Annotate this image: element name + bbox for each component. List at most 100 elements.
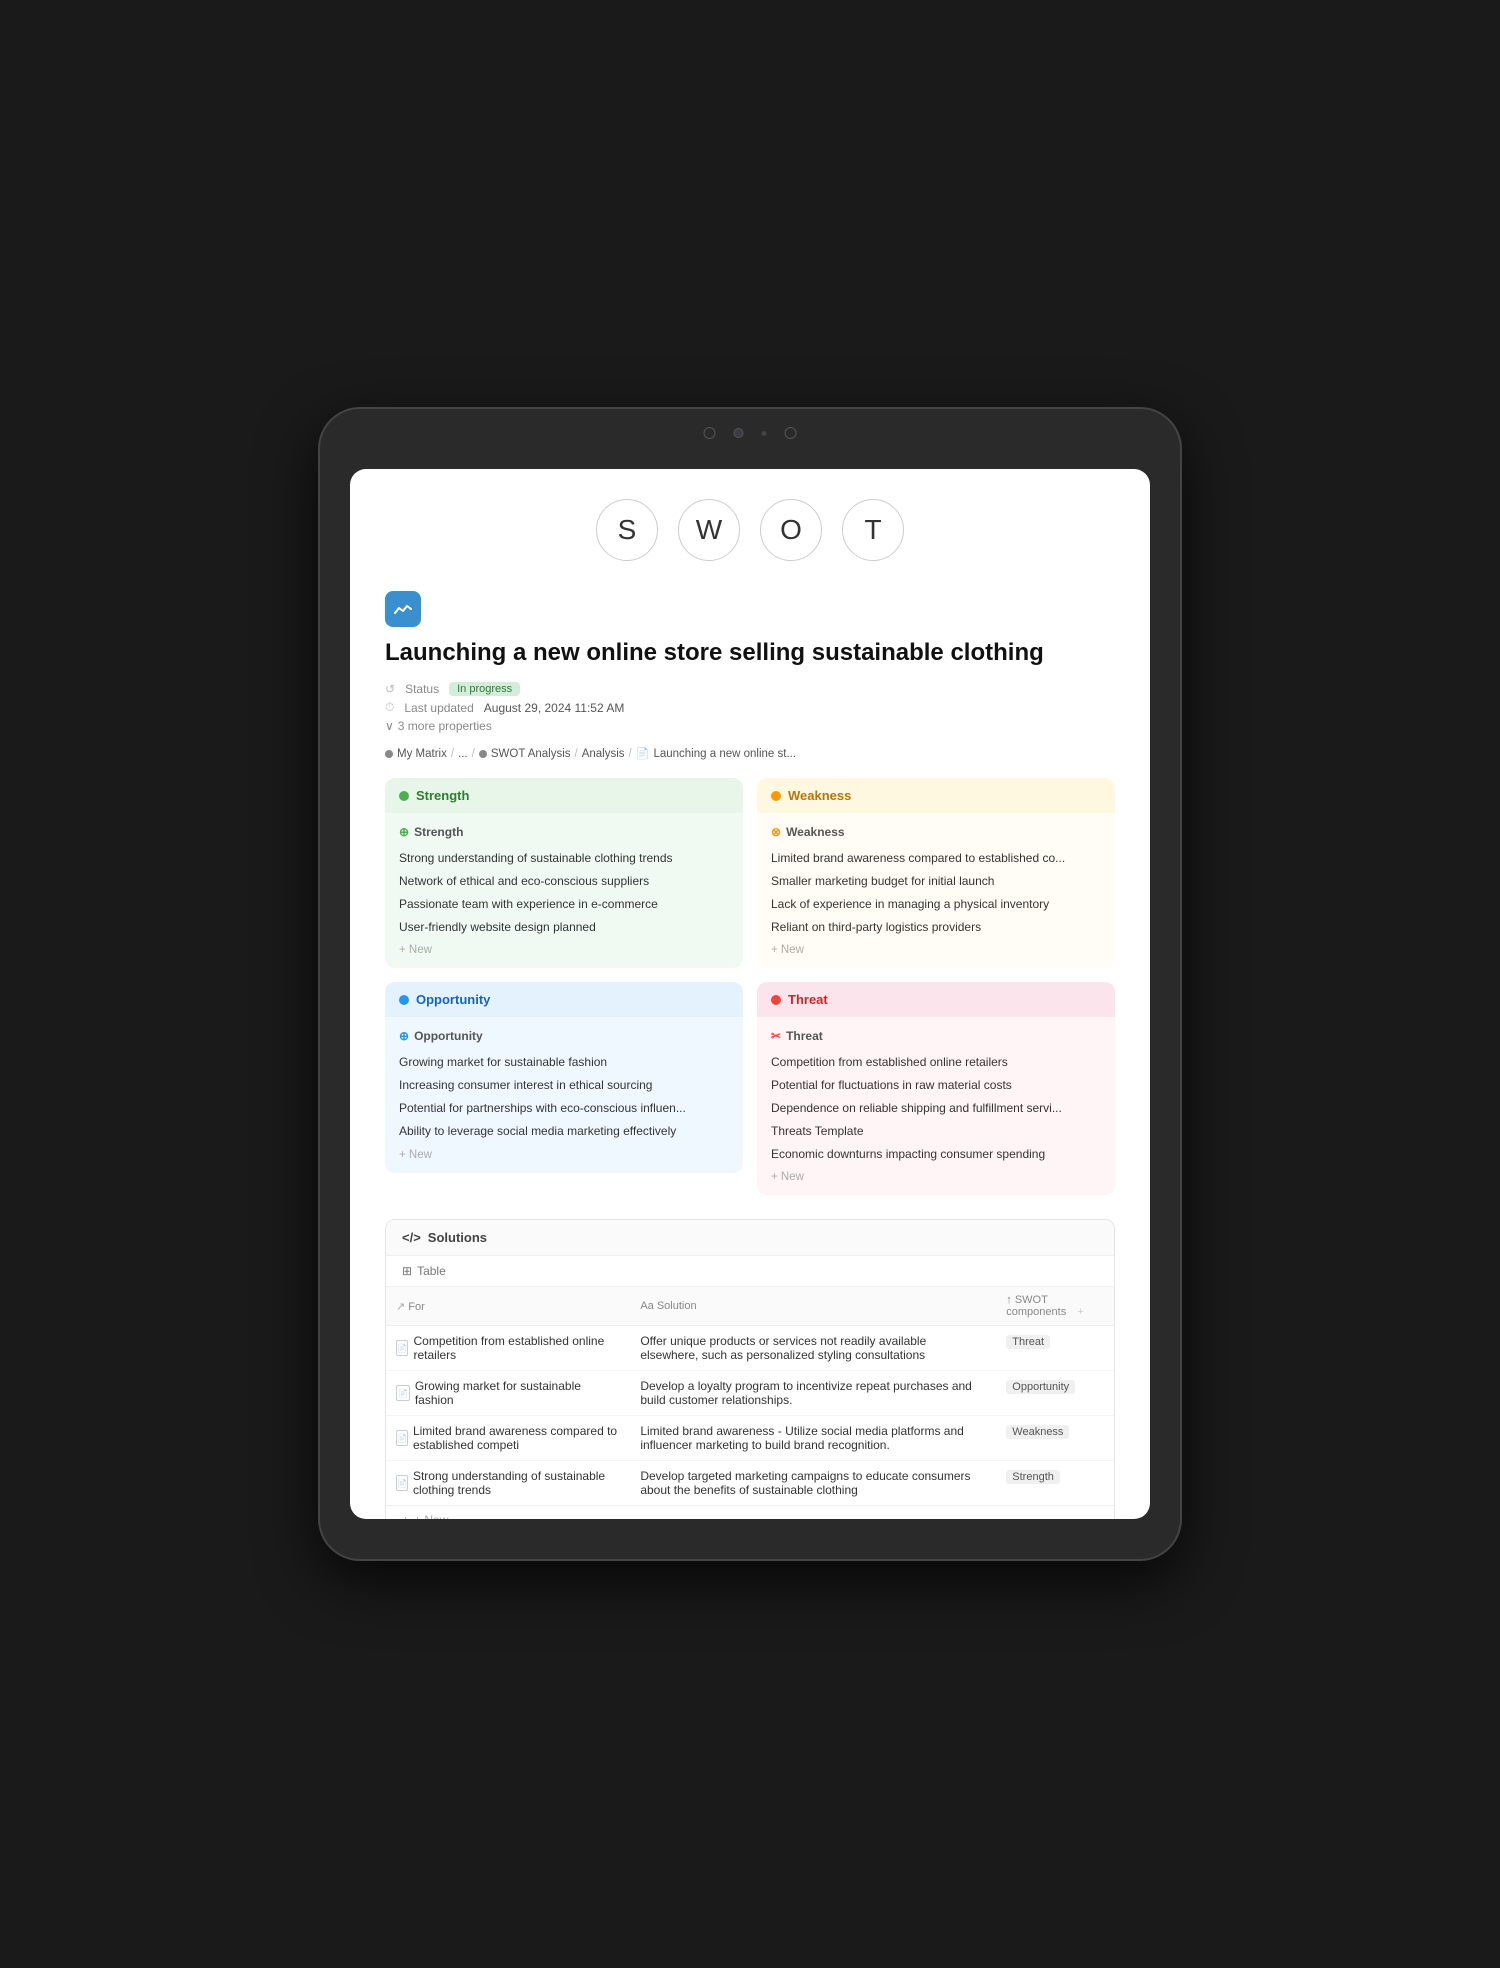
threat-item-4[interactable]: Threats Template bbox=[771, 1120, 1101, 1143]
updated-label: Last updated bbox=[404, 701, 473, 715]
sol-row4-solution[interactable]: Develop targeted marketing campaigns to … bbox=[630, 1461, 996, 1506]
weakness-card: Weakness ⊗ Weakness Limited brand awaren… bbox=[757, 778, 1115, 968]
swot-header: S W O T bbox=[385, 499, 1115, 561]
updated-value: August 29, 2024 11:52 AM bbox=[484, 701, 625, 715]
sol-row2-solution[interactable]: Develop a loyalty program to incentivize… bbox=[630, 1371, 996, 1416]
breadcrumb-matrix[interactable]: My Matrix bbox=[397, 748, 447, 760]
page-title: Launching a new online store selling sus… bbox=[385, 637, 1115, 668]
opportunity-item-4[interactable]: Ability to leverage social media marketi… bbox=[399, 1120, 729, 1143]
weakness-item-1[interactable]: Limited brand awareness compared to esta… bbox=[771, 847, 1101, 870]
weakness-header: Weakness bbox=[757, 778, 1115, 813]
threat-header: Threat bbox=[757, 982, 1115, 1017]
solutions-table: ↗ For Aa Solution ↑ SWOT components + bbox=[386, 1287, 1114, 1505]
threat-dot bbox=[771, 995, 781, 1005]
breadcrumb-ellipsis: ... bbox=[458, 748, 468, 760]
weakness-body: ⊗ Weakness Limited brand awareness compa… bbox=[757, 813, 1115, 968]
sol-row3-swot: Weakness bbox=[996, 1416, 1114, 1461]
solutions-col-swot: ↑ SWOT components + bbox=[996, 1287, 1114, 1326]
strength-item-3[interactable]: Passionate team with experience in e-com… bbox=[399, 893, 729, 916]
solutions-label: Solutions bbox=[428, 1230, 487, 1245]
threat-body: ✂ Threat Competition from established on… bbox=[757, 1017, 1115, 1195]
threat-item-2[interactable]: Potential for fluctuations in raw materi… bbox=[771, 1074, 1101, 1097]
solutions-col-solution: Aa Solution bbox=[630, 1287, 996, 1326]
opportunity-body: ⊕ Opportunity Growing market for sustain… bbox=[385, 1017, 743, 1172]
table-row: 📄 Strong understanding of sustainable cl… bbox=[386, 1461, 1114, 1506]
strength-dot bbox=[399, 791, 409, 801]
solutions-col-for: ↗ For bbox=[386, 1287, 630, 1326]
sol-row4-for[interactable]: 📄 Strong understanding of sustainable cl… bbox=[386, 1461, 630, 1506]
swot-s: S bbox=[596, 499, 658, 561]
weakness-item-4[interactable]: Reliant on third-party logistics provide… bbox=[771, 916, 1101, 939]
sol-row1-for[interactable]: 📄 Competition from established online re… bbox=[386, 1326, 630, 1371]
file-icon: 📄 bbox=[396, 1475, 408, 1491]
opportunity-header: Opportunity bbox=[385, 982, 743, 1017]
status-label: Status bbox=[405, 682, 439, 696]
sol-row4-swot: Strength bbox=[996, 1461, 1114, 1506]
swot-w: W bbox=[678, 499, 740, 561]
camera-circle-right bbox=[785, 427, 797, 439]
camera-bar bbox=[704, 427, 797, 439]
opportunity-dot bbox=[399, 995, 409, 1005]
weakness-item-3[interactable]: Lack of experience in managing a physica… bbox=[771, 893, 1101, 916]
file-icon: 📄 bbox=[396, 1385, 410, 1401]
solutions-icon: </> bbox=[402, 1230, 421, 1245]
more-properties[interactable]: ∨ 3 more properties bbox=[385, 719, 1115, 733]
swot-grid: Strength ⊕ Strength Strong understanding… bbox=[385, 778, 1115, 1195]
breadcrumb-analysis[interactable]: Analysis bbox=[582, 748, 625, 760]
strength-header: Strength bbox=[385, 778, 743, 813]
breadcrumb-current: Launching a new online st... bbox=[653, 748, 796, 760]
threat-add-new[interactable]: + New bbox=[771, 1171, 1101, 1183]
table-row: 📄 Limited brand awareness compared to es… bbox=[386, 1416, 1114, 1461]
opportunity-card: Opportunity ⊕ Opportunity Growing market… bbox=[385, 982, 743, 1195]
weakness-item-2[interactable]: Smaller marketing budget for initial lau… bbox=[771, 870, 1101, 893]
status-row: ↺ Status In progress bbox=[385, 682, 1115, 696]
strength-item-1[interactable]: Strong understanding of sustainable clot… bbox=[399, 847, 729, 870]
breadcrumb-swot[interactable]: SWOT Analysis bbox=[491, 748, 571, 760]
solutions-section: </> Solutions ⊞ Table ↗ For Aa bbox=[385, 1219, 1115, 1519]
swot-t: T bbox=[842, 499, 904, 561]
breadcrumb: My Matrix / ... / SWOT Analysis / Analys… bbox=[385, 747, 1115, 760]
threat-item-3[interactable]: Dependence on reliable shipping and fulf… bbox=[771, 1097, 1101, 1120]
tablet-frame: S W O T Launching a new online store sel… bbox=[320, 409, 1180, 1559]
solutions-header: </> Solutions bbox=[386, 1220, 1114, 1256]
camera-dot bbox=[762, 431, 767, 436]
strength-add-new[interactable]: + New bbox=[399, 944, 729, 956]
sol-row3-for[interactable]: 📄 Limited brand awareness compared to es… bbox=[386, 1416, 630, 1461]
sol-row1-solution[interactable]: Offer unique products or services not re… bbox=[630, 1326, 996, 1371]
sol-row2-for[interactable]: 📄 Growing market for sustainable fashion bbox=[386, 1371, 630, 1416]
threat-card: Threat ✂ Threat Competition from establi… bbox=[757, 982, 1115, 1195]
threat-item-1[interactable]: Competition from established online reta… bbox=[771, 1051, 1101, 1074]
solutions-table-section: ⊞ Table ↗ For Aa Solution ↑ SWOT compone… bbox=[386, 1256, 1114, 1519]
opportunity-item-1[interactable]: Growing market for sustainable fashion bbox=[399, 1051, 729, 1074]
sol-row3-solution[interactable]: Limited brand awareness - Utilize social… bbox=[630, 1416, 996, 1461]
weakness-add-new[interactable]: + New bbox=[771, 944, 1101, 956]
sol-row2-swot: Opportunity bbox=[996, 1371, 1114, 1416]
strength-item-2[interactable]: Network of ethical and eco-conscious sup… bbox=[399, 870, 729, 893]
opportunity-item-2[interactable]: Increasing consumer interest in ethical … bbox=[399, 1074, 729, 1097]
weakness-dot bbox=[771, 791, 781, 801]
screen: S W O T Launching a new online store sel… bbox=[350, 469, 1150, 1519]
solutions-add-col[interactable]: + bbox=[1077, 1306, 1083, 1318]
opportunity-add-new[interactable]: + New bbox=[399, 1149, 729, 1161]
weakness-title: Weakness bbox=[788, 788, 851, 803]
threat-title: Threat bbox=[788, 992, 828, 1007]
strength-item-4[interactable]: User-friendly website design planned bbox=[399, 916, 729, 939]
file-icon: 📄 bbox=[396, 1340, 408, 1356]
opportunity-title: Opportunity bbox=[416, 992, 490, 1007]
status-badge: In progress bbox=[449, 682, 520, 696]
swot-o: O bbox=[760, 499, 822, 561]
solutions-table-label: ⊞ Table bbox=[386, 1256, 1114, 1287]
opportunity-inner-label: ⊕ Opportunity bbox=[399, 1029, 729, 1043]
threat-inner-label: ✂ Threat bbox=[771, 1029, 1101, 1043]
strength-body: ⊕ Strength Strong understanding of susta… bbox=[385, 813, 743, 968]
file-icon: 📄 bbox=[396, 1430, 408, 1446]
threat-item-5[interactable]: Economic downturns impacting consumer sp… bbox=[771, 1143, 1101, 1166]
strength-title: Strength bbox=[416, 788, 469, 803]
camera-lens bbox=[734, 428, 744, 438]
sol-row1-swot: Threat bbox=[996, 1326, 1114, 1371]
opportunity-item-3[interactable]: Potential for partnerships with eco-cons… bbox=[399, 1097, 729, 1120]
updated-row: ⏱ Last updated August 29, 2024 11:52 AM bbox=[385, 700, 1115, 715]
table-row: 📄 Competition from established online re… bbox=[386, 1326, 1114, 1371]
table-row: 📄 Growing market for sustainable fashion… bbox=[386, 1371, 1114, 1416]
solutions-add-row[interactable]: + + New bbox=[386, 1505, 1114, 1519]
